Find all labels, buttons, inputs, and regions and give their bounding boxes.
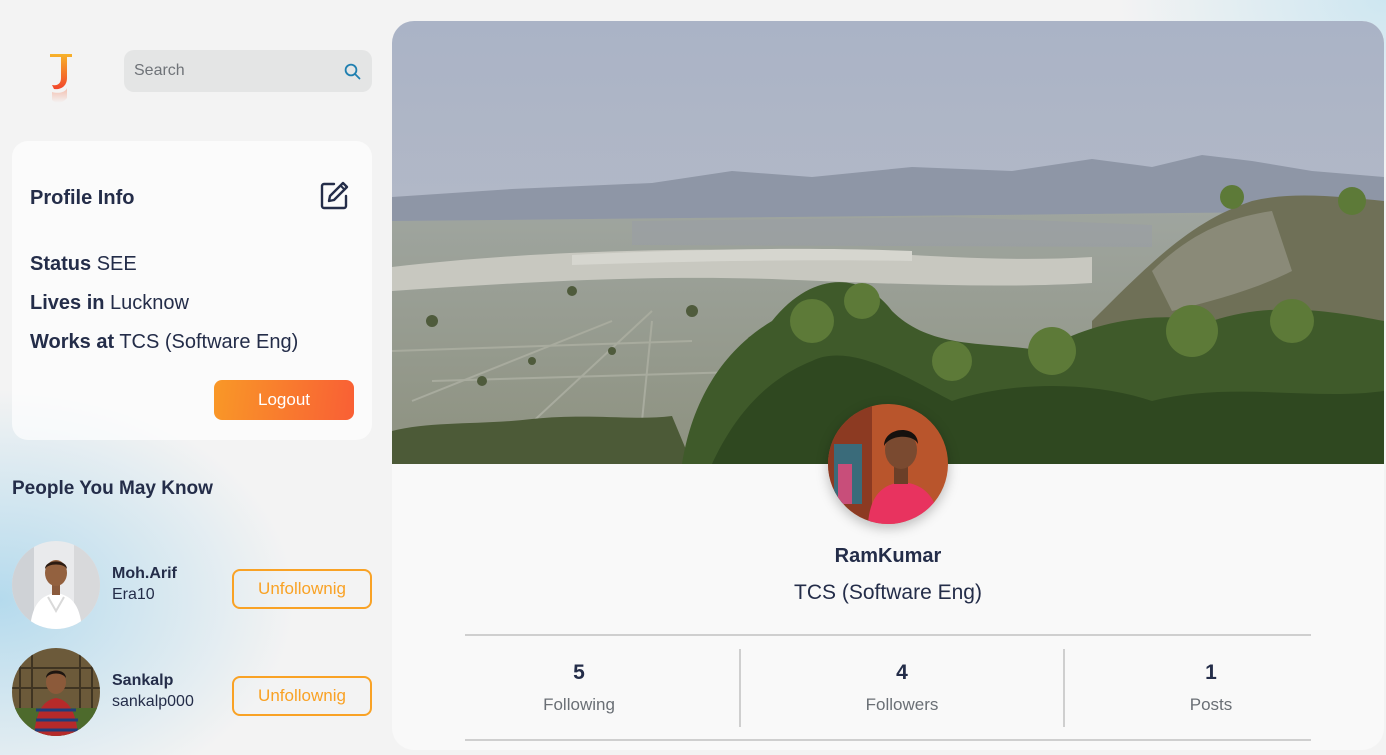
search-bar[interactable] [124,50,372,92]
search-icon[interactable] [342,61,362,81]
logo-j-icon [50,54,72,103]
search-input[interactable] [134,62,342,80]
stat-followers-label: Followers [865,695,939,714]
stat-posts[interactable]: 1 Posts [1161,661,1261,715]
works-label: Works at [30,331,115,353]
app-logo[interactable] [40,48,84,112]
person-name: Sankalp [112,672,174,689]
divider [465,634,1311,636]
lives-row: Lives in Lucknow [30,292,189,315]
profile-card: RamKumar TCS (Software Eng) 5 Following … [392,21,1384,750]
profile-name: RamKumar [834,545,942,567]
divider [465,739,1311,741]
works-value: TCS (Software Eng) [119,331,299,353]
avatar[interactable] [12,648,100,736]
list-item: Sankalp sankalp000 Unfollownig [12,648,372,736]
stat-followers-value: 4 [896,661,908,684]
person-name: Moh.Arif [112,565,177,582]
stat-following-value: 5 [573,661,585,684]
stat-followers[interactable]: 4 Followers [852,661,952,715]
avatar[interactable] [12,541,100,629]
works-row: Works at TCS (Software Eng) [30,331,298,354]
divider [739,649,741,727]
profile-job: TCS (Software Eng) [794,581,982,604]
logout-button[interactable]: Logout [214,380,354,420]
unfollow-button[interactable]: Unfollownig [232,676,372,716]
profile-info-card: Profile Info Status SEE Lives in Lucknow… [12,141,372,440]
lives-label: Lives in [30,292,105,314]
stat-posts-label: Posts [1189,695,1233,714]
profile-info-title: Profile Info [30,187,135,209]
list-item: Moh.Arif Era10 Unfollownig [12,541,372,629]
status-row: Status SEE [30,253,137,276]
stat-following[interactable]: 5 Following [529,661,629,715]
unfollow-button[interactable]: Unfollownig [232,569,372,609]
status-value: SEE [96,253,137,275]
cover-image [392,21,1384,464]
profile-avatar[interactable] [828,404,948,524]
person-username: sankalp000 [112,693,194,710]
divider [1063,649,1065,727]
status-label: Status [30,253,92,275]
stat-following-label: Following [543,695,615,714]
lives-value: Lucknow [110,292,189,314]
edit-icon[interactable] [318,180,350,212]
people-you-may-know-title: People You May Know [12,478,213,499]
person-username: Era10 [112,586,155,603]
stat-posts-value: 1 [1205,661,1217,684]
